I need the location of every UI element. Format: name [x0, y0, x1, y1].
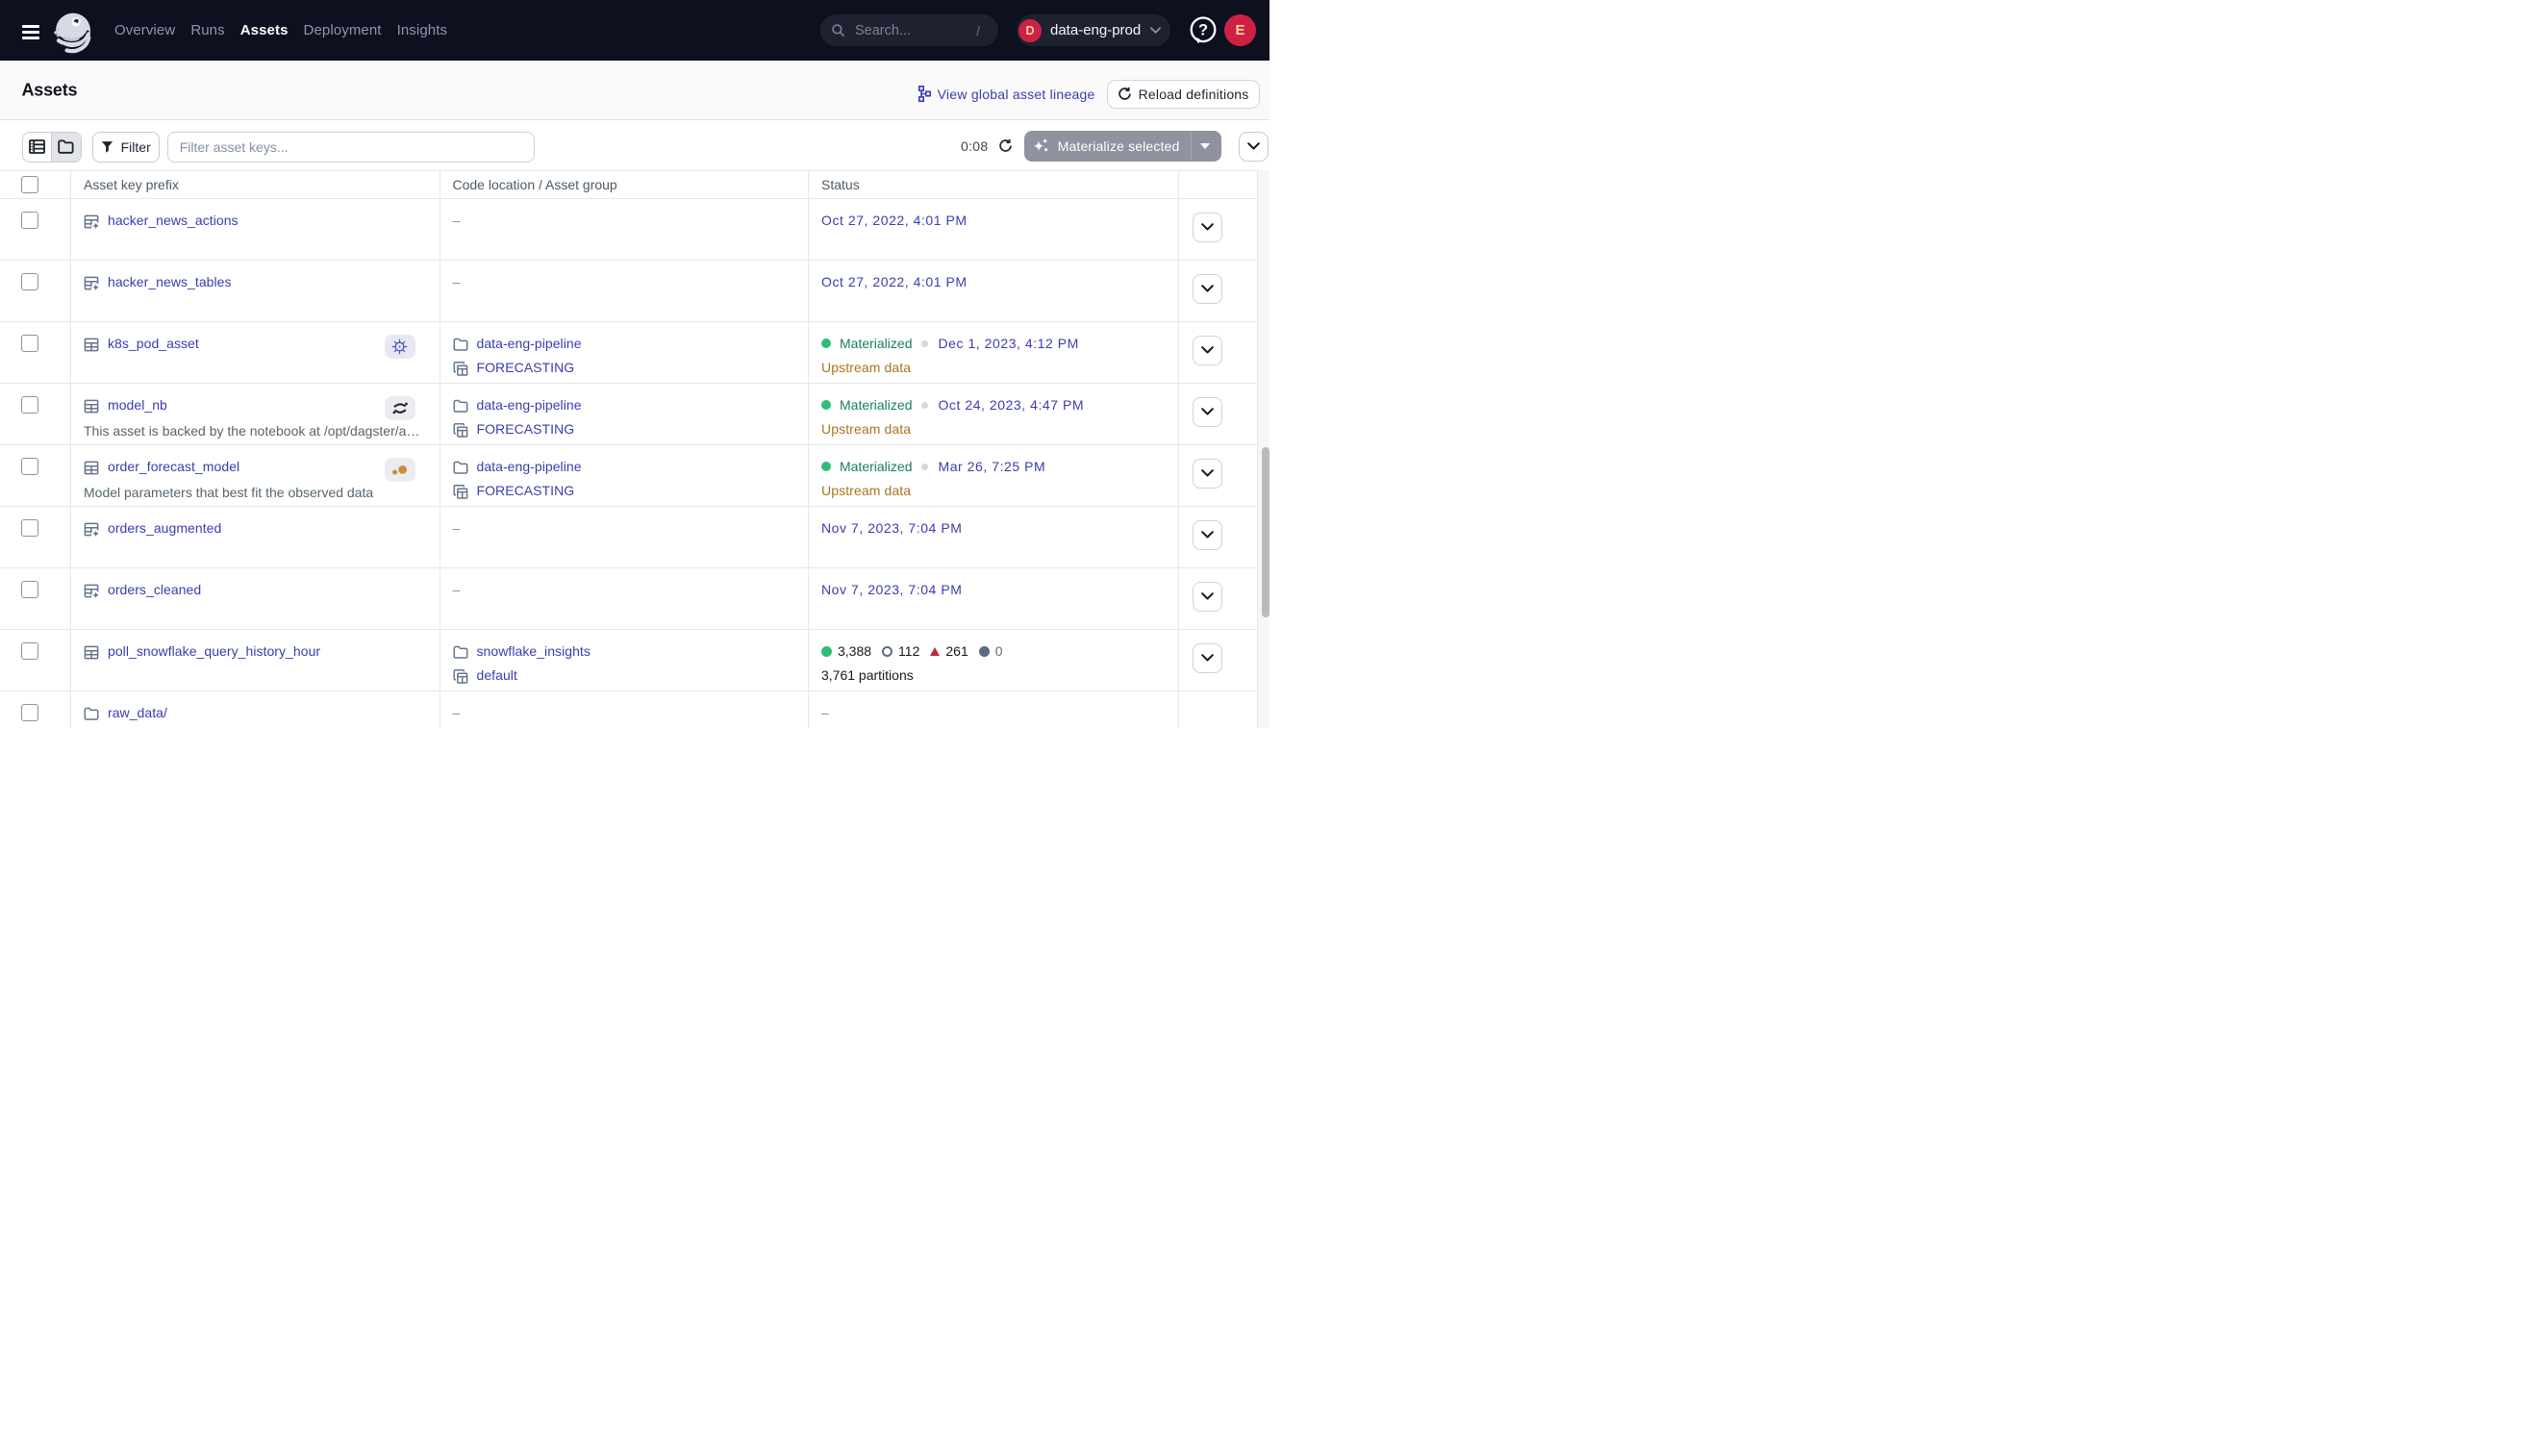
svg-text:?: ?: [1198, 22, 1208, 39]
